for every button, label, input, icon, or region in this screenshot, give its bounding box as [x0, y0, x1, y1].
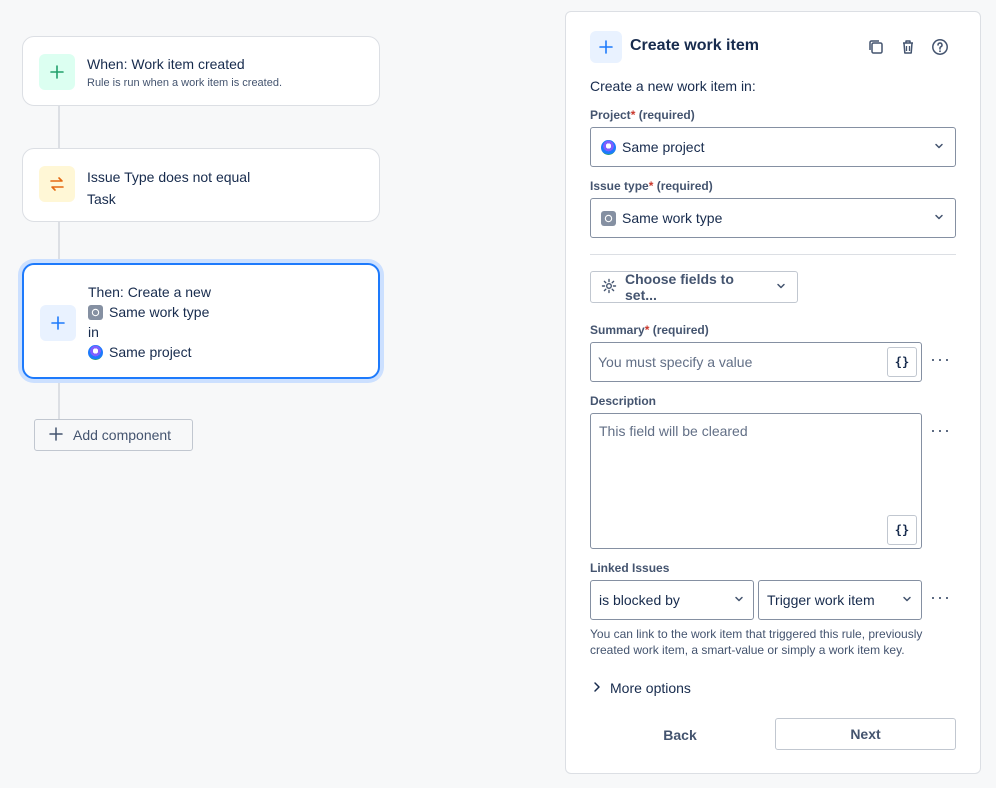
more-options-toggle[interactable]: More options	[592, 680, 691, 696]
component-config-panel: Create work item Create a new work item …	[565, 11, 981, 774]
link-type-select[interactable]: is blocked by	[590, 580, 754, 620]
trash-icon[interactable]	[897, 36, 919, 58]
issue-type-select-value: Same work type	[622, 210, 723, 226]
linked-issues-help-text: You can link to the work item that trigg…	[590, 627, 923, 657]
swap-icon	[39, 166, 75, 202]
required-marker: *	[630, 108, 636, 122]
description-textarea[interactable]: This field will be cleared {}	[590, 413, 922, 549]
action-line1: Then: Create a new	[88, 284, 211, 300]
choose-fields-button[interactable]: Choose fields to set...	[590, 271, 798, 303]
chevron-down-icon	[933, 210, 945, 226]
plus-icon	[590, 31, 622, 63]
condition-node[interactable]: Issue Type does not equal Task	[22, 148, 380, 222]
choose-fields-label: Choose fields to set...	[625, 271, 734, 303]
summary-label: Summary* (required)	[590, 323, 709, 337]
add-component-label: Add component	[73, 427, 172, 443]
summary-label-text: Summary	[590, 323, 645, 337]
issue-type-label: Issue type* (required)	[590, 179, 713, 193]
summary-placeholder: You must specify a value	[598, 354, 753, 370]
help-icon[interactable]	[929, 36, 951, 58]
smart-value-button[interactable]: {}	[887, 347, 917, 377]
back-button[interactable]: Back	[624, 719, 736, 751]
action-project: Same project	[109, 344, 192, 360]
action-connector-text: in	[88, 324, 99, 340]
summary-more-menu-icon[interactable]: ···	[930, 350, 951, 368]
project-select[interactable]: Same project	[590, 127, 956, 167]
condition-line1: Issue Type does not equal	[87, 169, 251, 185]
description-placeholder: This field will be cleared	[599, 423, 748, 439]
chevron-right-icon	[592, 680, 602, 696]
trigger-subtitle: Rule is run when a work item is created.	[87, 77, 283, 89]
plus-icon	[39, 54, 75, 90]
flow-connector	[58, 106, 60, 148]
project-avatar-icon	[88, 344, 103, 360]
section-divider	[590, 254, 956, 255]
smart-value-button[interactable]: {}	[887, 515, 917, 545]
project-avatar-icon	[601, 139, 616, 155]
work-type-icon	[88, 304, 103, 320]
summary-input[interactable]: You must specify a value {}	[590, 342, 922, 382]
required-note: (required)	[652, 323, 709, 337]
panel-title: Create work item	[630, 37, 759, 54]
required-note: (required)	[638, 108, 695, 122]
link-target-select[interactable]: Trigger work item	[758, 580, 922, 620]
project-select-value: Same project	[622, 139, 705, 155]
issue-type-label-text: Issue type	[590, 179, 649, 193]
add-component-button[interactable]: Add component	[34, 419, 193, 451]
required-marker: *	[648, 179, 654, 193]
link-type-value: is blocked by	[599, 592, 680, 608]
action-work-type: Same work type	[109, 304, 210, 320]
flow-connector	[58, 379, 60, 419]
plus-icon	[40, 305, 76, 341]
project-label-text: Project	[590, 108, 631, 122]
project-label: Project* (required)	[590, 108, 695, 122]
gear-icon	[601, 278, 617, 297]
link-target-value: Trigger work item	[767, 592, 875, 608]
description-label: Description	[590, 394, 657, 408]
trigger-title: When: Work item created	[87, 56, 245, 72]
chevron-down-icon	[733, 592, 745, 608]
linked-issues-more-menu-icon[interactable]: ···	[930, 588, 951, 606]
plus-icon	[49, 426, 63, 444]
rule-flow-canvas: When: Work item created Rule is run when…	[0, 0, 560, 788]
next-button[interactable]: Next	[775, 718, 956, 750]
more-options-label: More options	[610, 680, 691, 696]
flow-connector	[58, 222, 60, 263]
panel-intro: Create a new work item in:	[590, 78, 756, 94]
chevron-down-icon	[933, 139, 945, 155]
issue-type-select[interactable]: Same work type	[590, 198, 956, 238]
action-node[interactable]: Then: Create a new Same work type in Sam…	[22, 263, 380, 379]
linked-issues-label: Linked Issues	[590, 561, 670, 575]
copy-icon[interactable]	[865, 36, 887, 58]
required-note: (required)	[656, 179, 713, 193]
required-marker: *	[644, 323, 650, 337]
description-more-menu-icon[interactable]: ···	[930, 421, 951, 439]
condition-line2: Task	[87, 191, 116, 207]
chevron-down-icon	[901, 592, 913, 608]
work-type-icon	[601, 210, 616, 226]
chevron-down-icon	[775, 279, 787, 295]
trigger-node[interactable]: When: Work item created Rule is run when…	[22, 36, 380, 106]
